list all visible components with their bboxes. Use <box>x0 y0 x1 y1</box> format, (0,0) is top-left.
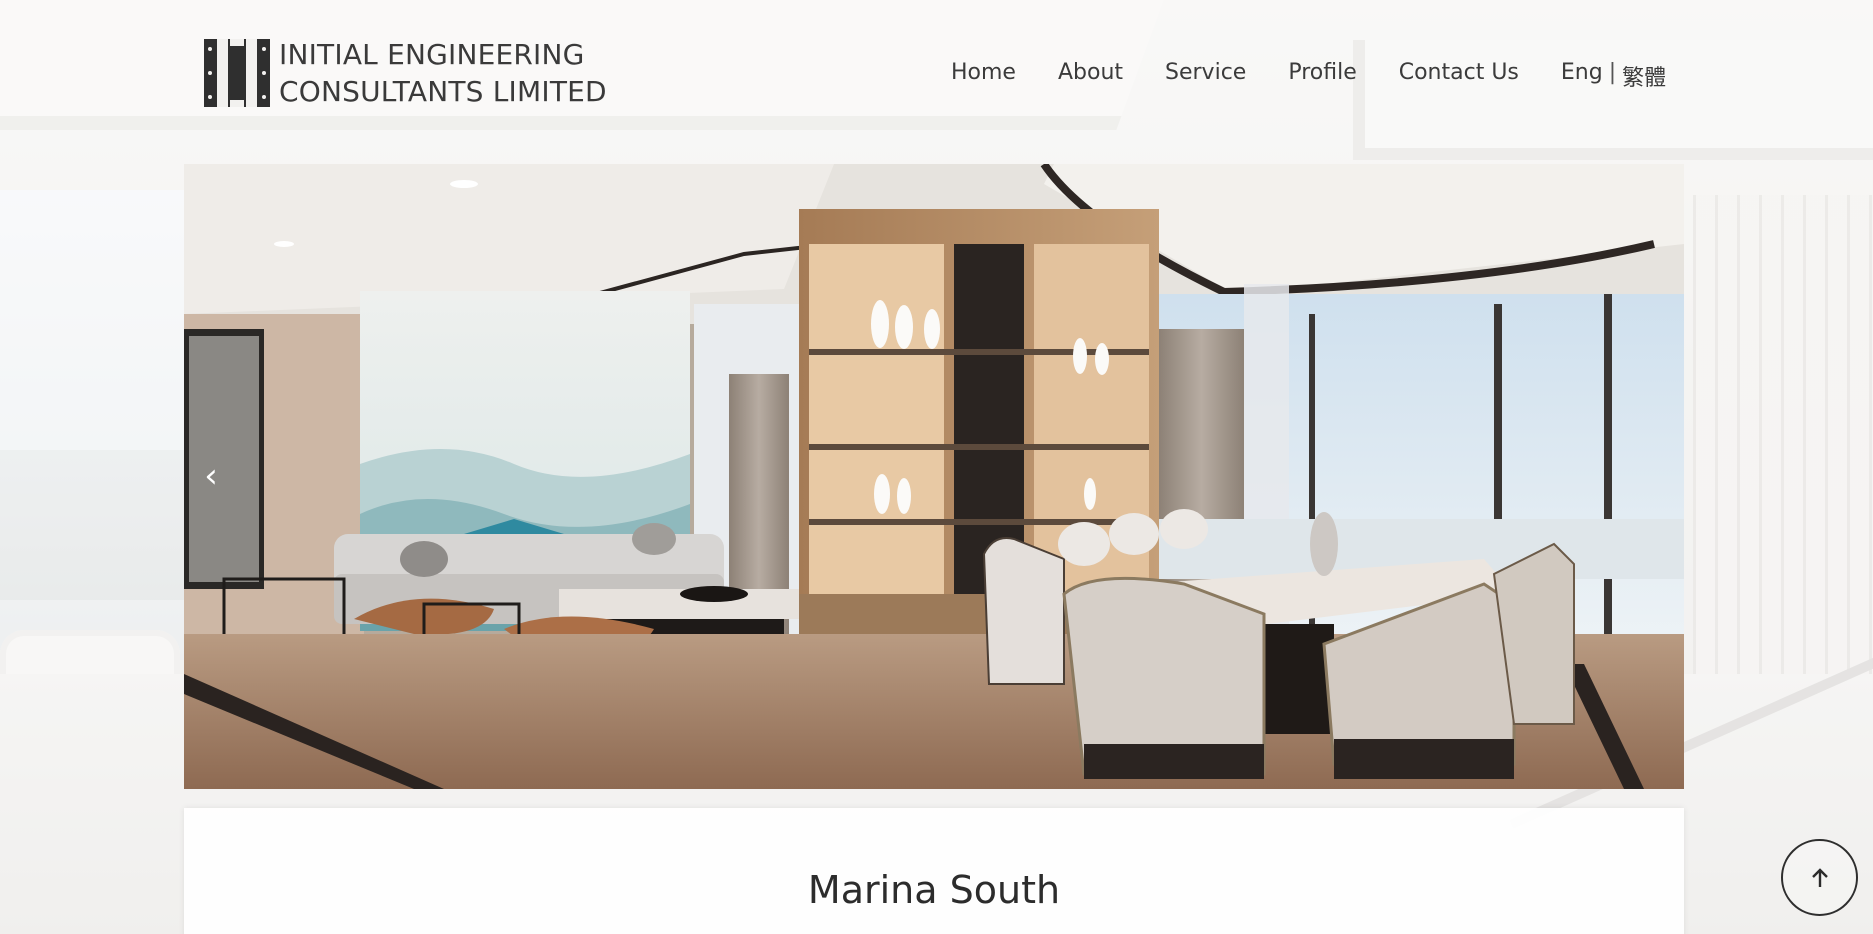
project-info-card: Marina South <box>184 808 1684 934</box>
back-to-top-button[interactable] <box>1781 839 1858 916</box>
slider-prev-button[interactable]: ‹ <box>194 456 228 496</box>
lang-traditional-chinese[interactable]: 繁體 <box>1622 60 1666 92</box>
project-interior-image <box>184 164 1684 789</box>
nav-home[interactable]: Home <box>951 60 1016 92</box>
brand-line-1: INITIAL ENGINEERING <box>279 38 585 71</box>
chevron-left-icon: ‹ <box>204 456 218 496</box>
brand-line-2: CONSULTANTS LIMITED <box>279 75 607 108</box>
project-title: Marina South <box>807 868 1061 912</box>
lang-separator: | <box>1608 60 1617 85</box>
nav-about[interactable]: About <box>1058 60 1123 92</box>
brand-name: INITIAL ENGINEERING CONSULTANTS LIMITED <box>279 36 607 110</box>
nav-profile[interactable]: Profile <box>1288 60 1356 92</box>
arrow-up-icon <box>1811 867 1828 887</box>
site-header: INITIAL ENGINEERING CONSULTANTS LIMITED … <box>0 0 1873 150</box>
company-logo-icon <box>204 39 270 107</box>
lang-english[interactable]: Eng <box>1561 60 1603 92</box>
nav-service[interactable]: Service <box>1165 60 1246 92</box>
language-switcher: Eng | 繁體 <box>1561 60 1666 92</box>
main-nav: Home About Service Profile Contact Us En… <box>951 60 1666 92</box>
brand-logo-link[interactable]: INITIAL ENGINEERING CONSULTANTS LIMITED <box>204 36 607 110</box>
project-image-slider[interactable]: ‹ <box>184 164 1684 789</box>
nav-contact-us[interactable]: Contact Us <box>1399 60 1519 92</box>
